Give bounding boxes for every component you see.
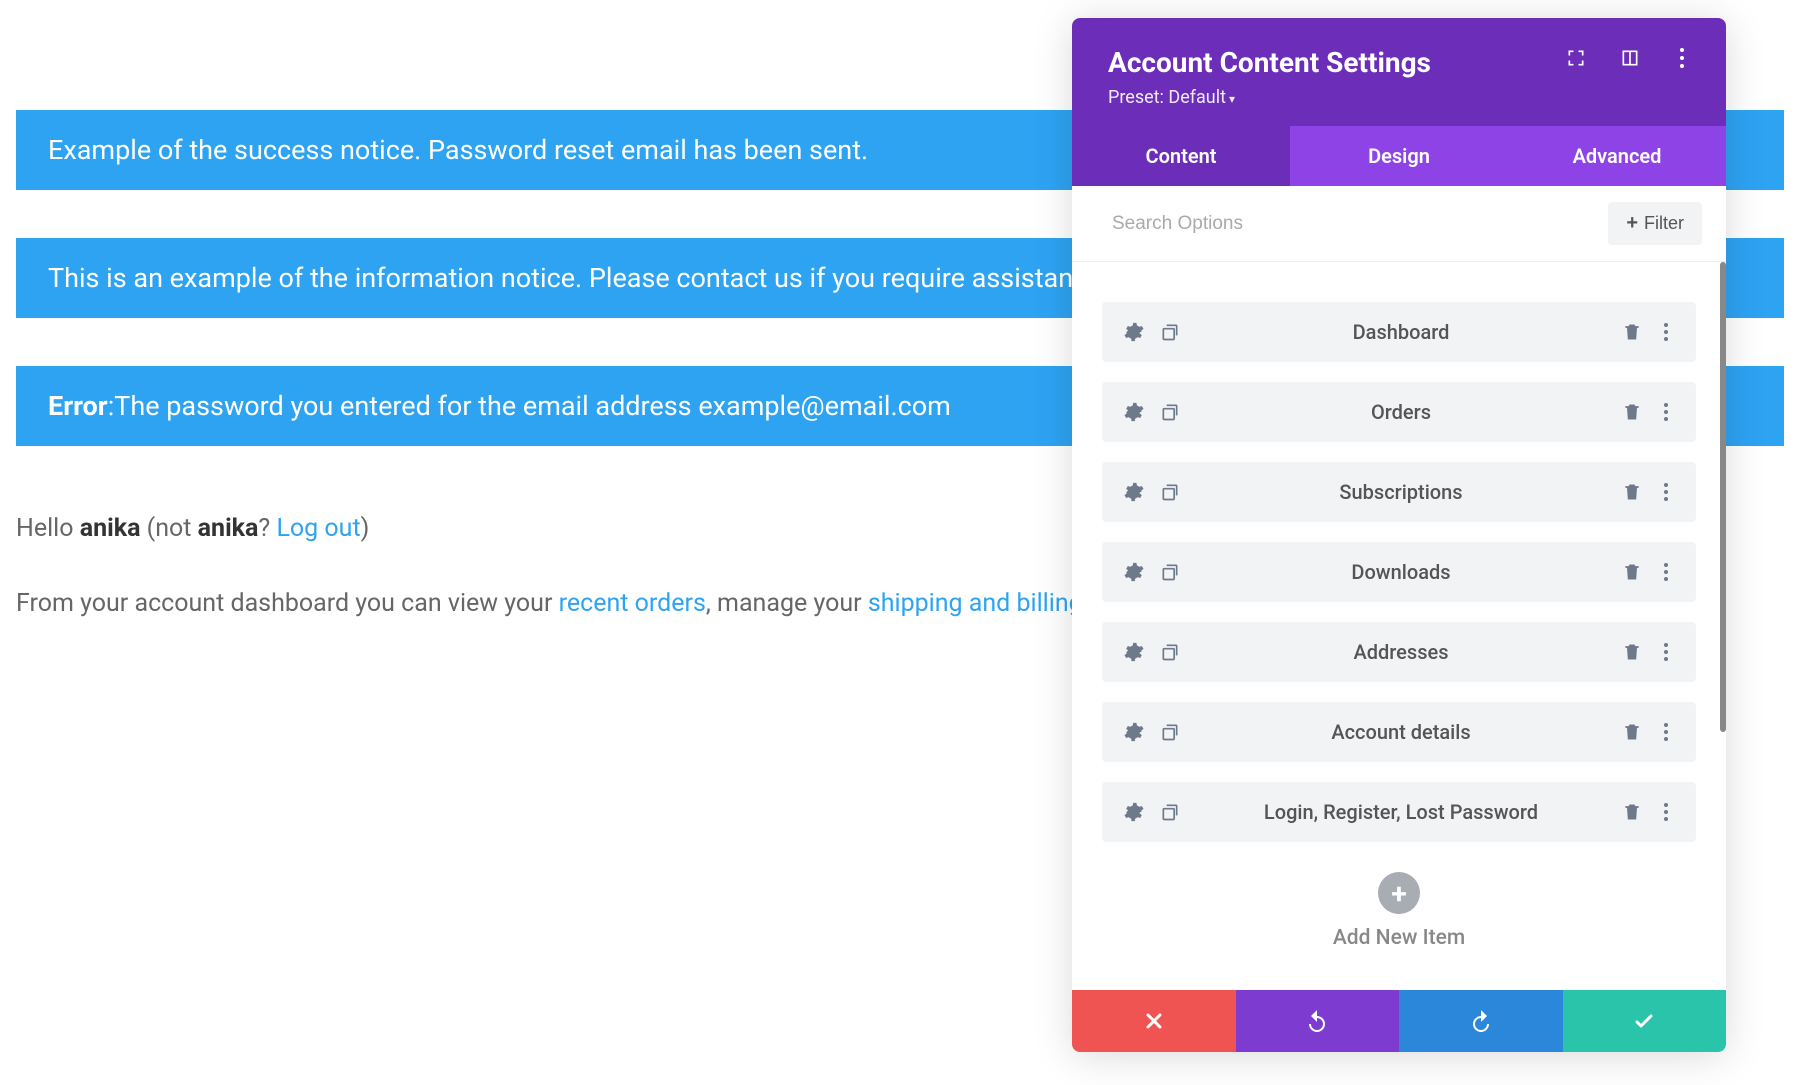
copy-icon[interactable]	[1160, 562, 1180, 582]
content-item[interactable]: Login, Register, Lost Password	[1102, 782, 1696, 842]
trash-icon[interactable]	[1622, 802, 1642, 822]
copy-icon[interactable]	[1160, 642, 1180, 662]
trash-icon[interactable]	[1622, 722, 1642, 742]
item-label: Subscriptions	[1180, 480, 1622, 504]
gear-icon[interactable]	[1124, 402, 1144, 422]
item-more-icon[interactable]	[1658, 401, 1674, 423]
item-more-icon[interactable]	[1658, 641, 1674, 663]
copy-icon[interactable]	[1160, 722, 1180, 742]
copy-icon[interactable]	[1160, 802, 1180, 822]
trash-icon[interactable]	[1622, 482, 1642, 502]
save-button[interactable]	[1563, 990, 1727, 1052]
panel-footer	[1072, 990, 1726, 1052]
more-icon[interactable]	[1674, 46, 1690, 70]
copy-icon[interactable]	[1160, 482, 1180, 502]
item-label: Account details	[1180, 720, 1622, 744]
add-label: Add New Item	[1102, 926, 1696, 950]
content-item[interactable]: Addresses	[1102, 622, 1696, 682]
redo-button[interactable]	[1399, 990, 1563, 1052]
trash-icon[interactable]	[1622, 562, 1642, 582]
not-user: anika	[198, 514, 259, 543]
content-item[interactable]: Downloads	[1102, 542, 1696, 602]
content-item[interactable]: Subscriptions	[1102, 462, 1696, 522]
item-more-icon[interactable]	[1658, 801, 1674, 823]
items-list: Dashboard Orders Subscriptions	[1072, 262, 1726, 990]
trash-icon[interactable]	[1622, 322, 1642, 342]
undo-icon	[1305, 1009, 1329, 1033]
item-more-icon[interactable]	[1658, 721, 1674, 743]
close-button[interactable]	[1072, 990, 1236, 1052]
dash-text-1: From your account dashboard you can view…	[16, 589, 559, 618]
username: anika	[80, 514, 141, 543]
add-new-section: + Add New Item	[1102, 862, 1696, 970]
trash-icon[interactable]	[1622, 402, 1642, 422]
check-icon	[1632, 1009, 1656, 1033]
expand-icon[interactable]	[1566, 48, 1586, 68]
add-button[interactable]: +	[1378, 872, 1420, 914]
settings-panel: Account Content Settings Preset: Default…	[1072, 18, 1726, 1052]
error-text: :The password you entered for the email …	[108, 390, 951, 422]
recent-orders-link[interactable]: recent orders	[559, 589, 706, 618]
search-row: Filter	[1072, 186, 1726, 262]
item-label: Login, Register, Lost Password	[1180, 800, 1622, 824]
close-icon	[1142, 1009, 1166, 1033]
dash-text-2: , manage your	[706, 589, 868, 618]
item-label: Downloads	[1180, 560, 1622, 584]
close-paren: )	[361, 514, 370, 543]
content-item[interactable]: Orders	[1102, 382, 1696, 442]
columns-icon[interactable]	[1620, 48, 1640, 68]
item-more-icon[interactable]	[1658, 321, 1674, 343]
logout-link[interactable]: Log out	[276, 514, 360, 543]
content-item[interactable]: Account details	[1102, 702, 1696, 762]
error-prefix: Error	[48, 390, 108, 422]
not-prefix: (not	[140, 514, 197, 543]
tab-design[interactable]: Design	[1290, 126, 1508, 186]
copy-icon[interactable]	[1160, 402, 1180, 422]
item-label: Addresses	[1180, 640, 1622, 664]
undo-button[interactable]	[1236, 990, 1400, 1052]
preset-dropdown[interactable]: Preset: Default	[1108, 87, 1690, 108]
tab-content[interactable]: Content	[1072, 126, 1290, 186]
gear-icon[interactable]	[1124, 482, 1144, 502]
item-more-icon[interactable]	[1658, 481, 1674, 503]
question-mark: ?	[258, 514, 276, 543]
gear-icon[interactable]	[1124, 722, 1144, 742]
search-input[interactable]	[1112, 213, 1608, 235]
filter-label: Filter	[1644, 213, 1684, 234]
gear-icon[interactable]	[1124, 322, 1144, 342]
gear-icon[interactable]	[1124, 802, 1144, 822]
panel-header: Account Content Settings Preset: Default	[1072, 18, 1726, 126]
copy-icon[interactable]	[1160, 322, 1180, 342]
item-label: Dashboard	[1180, 320, 1622, 344]
item-more-icon[interactable]	[1658, 561, 1674, 583]
gear-icon[interactable]	[1124, 642, 1144, 662]
tab-advanced[interactable]: Advanced	[1508, 126, 1726, 186]
redo-icon	[1469, 1009, 1493, 1033]
content-item[interactable]: Dashboard	[1102, 302, 1696, 362]
hello-text: Hello	[16, 514, 80, 543]
gear-icon[interactable]	[1124, 562, 1144, 582]
trash-icon[interactable]	[1622, 642, 1642, 662]
filter-button[interactable]: Filter	[1608, 202, 1702, 245]
tabs: Content Design Advanced	[1072, 126, 1726, 186]
item-label: Orders	[1180, 400, 1622, 424]
